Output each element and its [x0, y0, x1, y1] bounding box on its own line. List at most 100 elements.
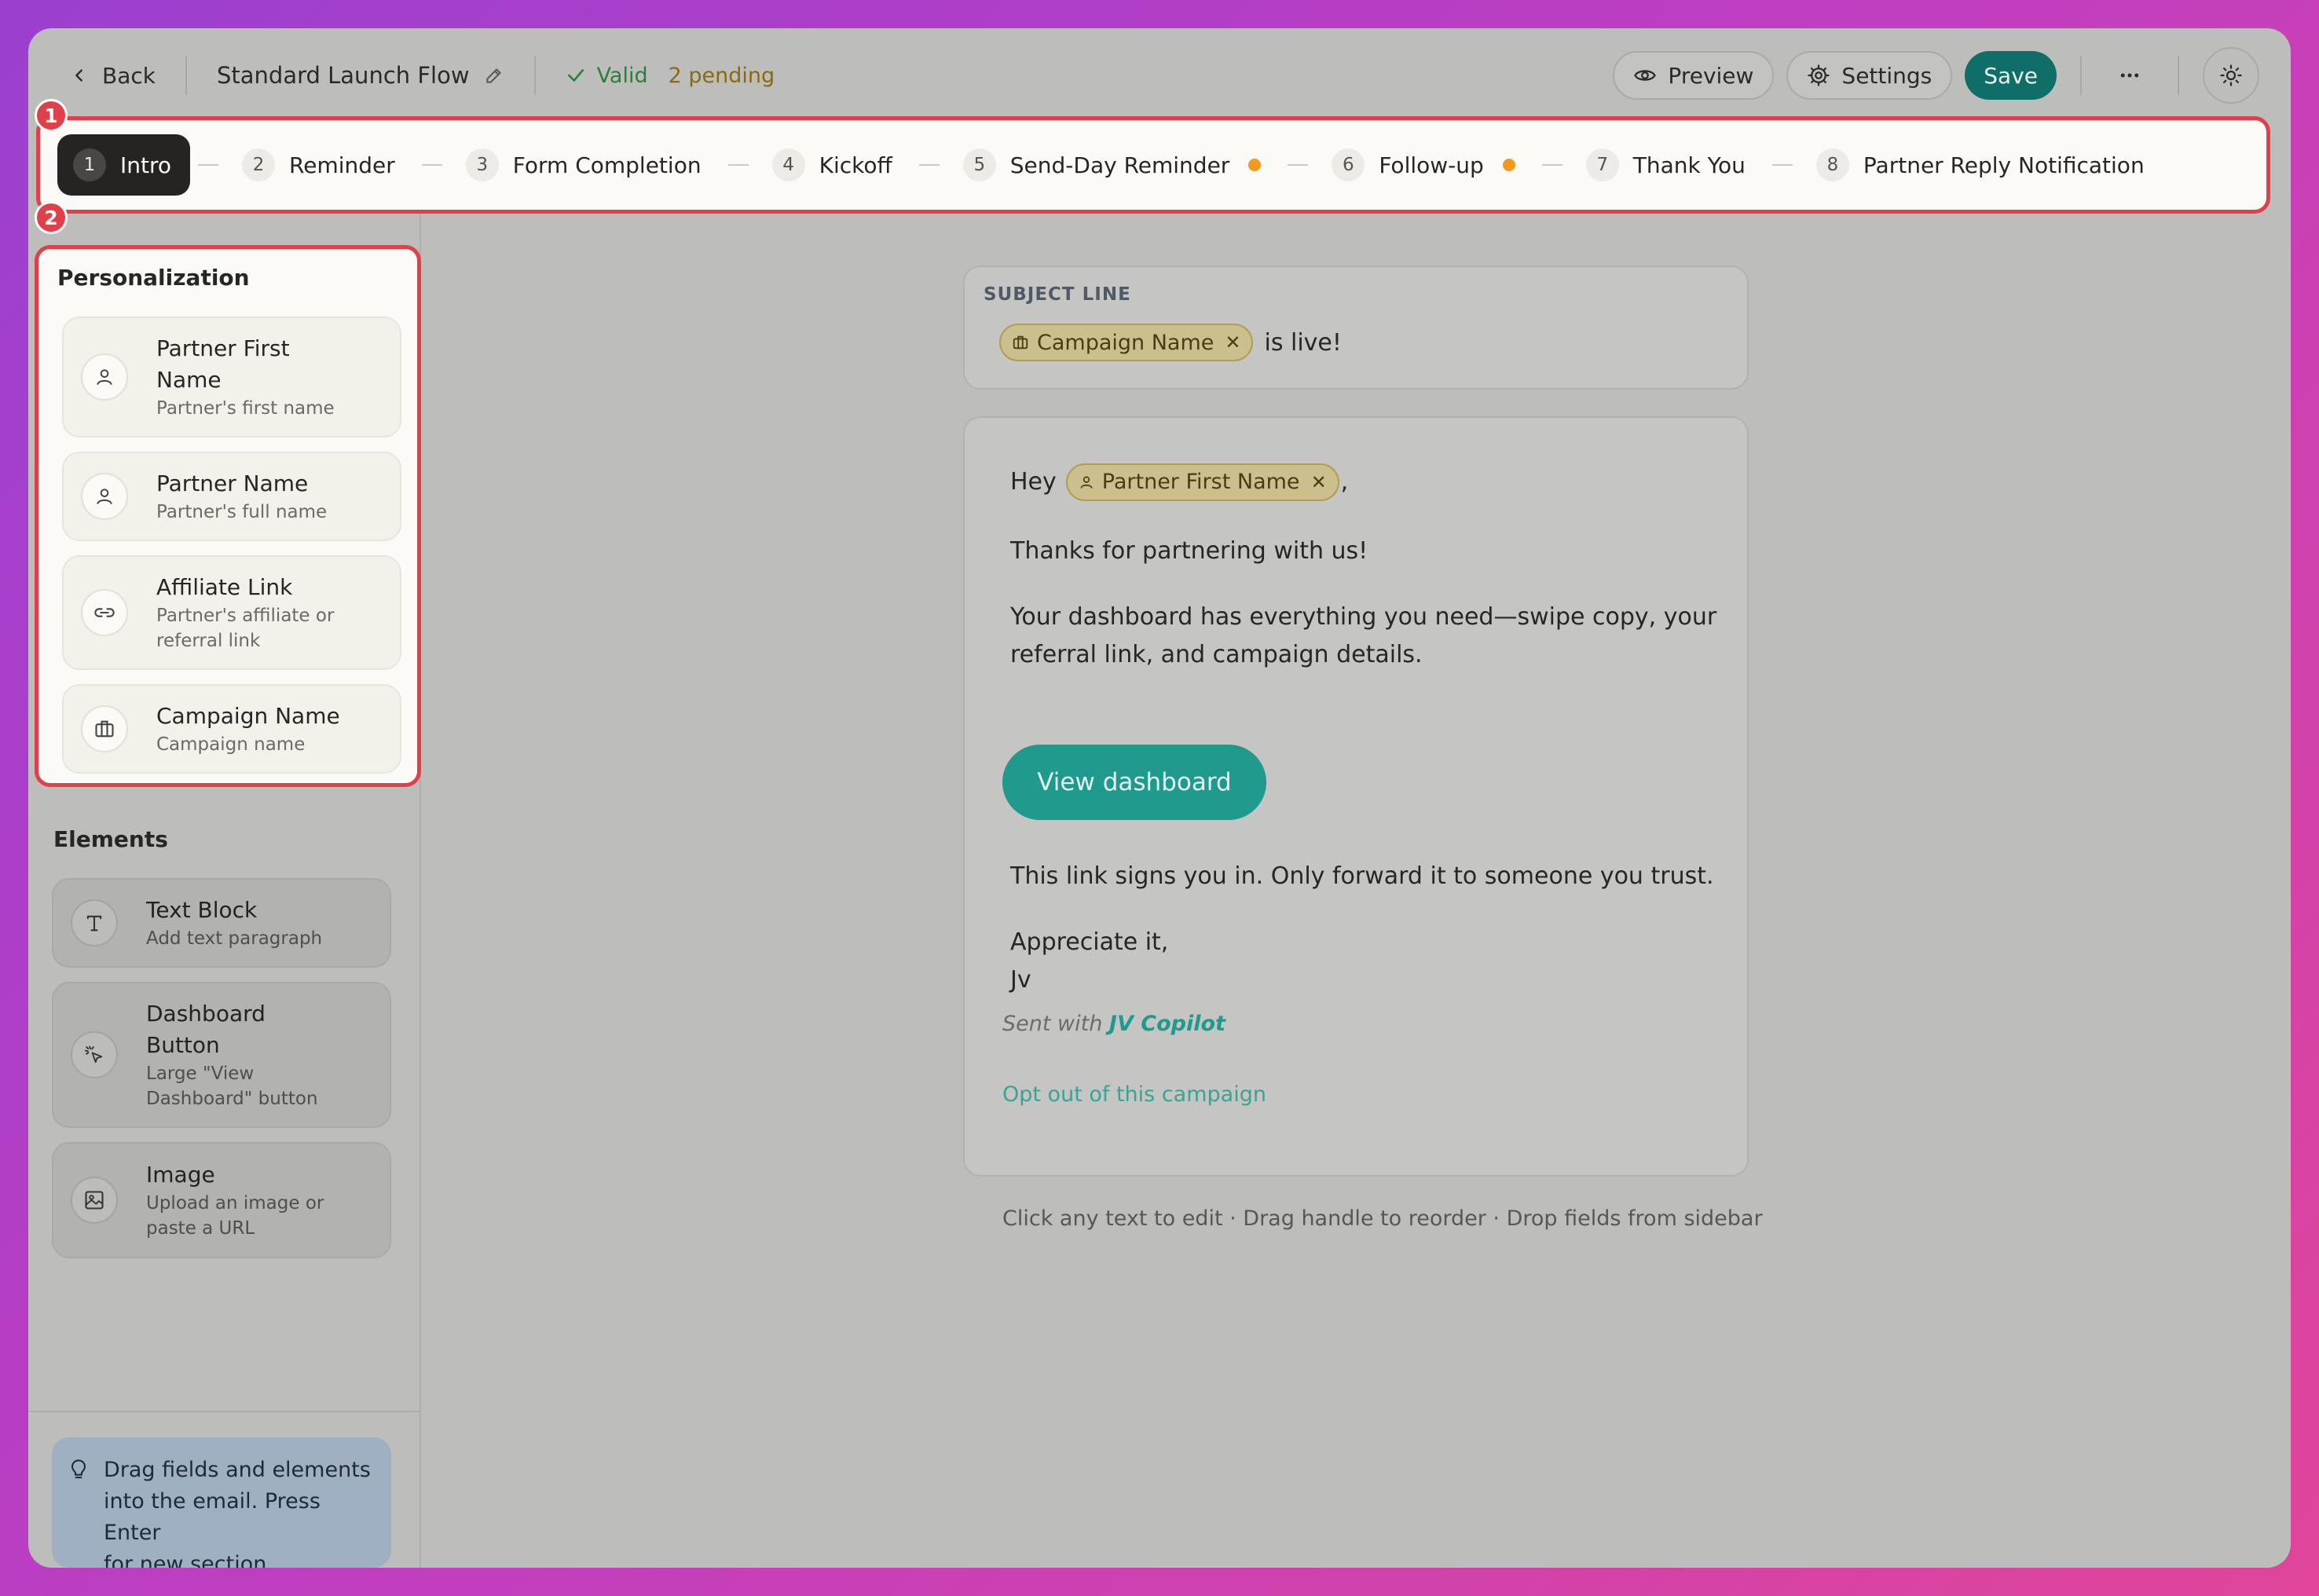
user-icon	[81, 353, 128, 401]
divider	[533, 56, 536, 95]
valid-status: Valid	[566, 64, 648, 88]
element-description: paste a URL	[146, 1218, 255, 1239]
field-campaign-name[interactable]: Campaign Name Campaign name	[62, 684, 401, 774]
pending-count[interactable]: 2 pending	[669, 64, 775, 88]
pencil-icon[interactable]	[484, 65, 504, 86]
step-number: 2	[242, 148, 276, 181]
remove-token-icon[interactable]: ✕	[1311, 463, 1327, 501]
step-partner-reply-notification[interactable]: 8 Partner Reply Notification	[1801, 134, 2163, 196]
image-icon	[71, 1177, 118, 1224]
field-name: Affiliate Link	[156, 574, 293, 600]
element-name: Image	[146, 1162, 215, 1188]
signoff-block[interactable]: Appreciate it, Jv	[1010, 924, 1168, 999]
warning-paragraph[interactable]: This link signs you in. Only forward it …	[1010, 858, 1714, 895]
divider	[2080, 56, 2082, 95]
more-horizontal-icon	[2120, 73, 2139, 78]
step-label: Kickoff	[819, 152, 892, 178]
step-follow-up[interactable]: 6 Follow-up	[1316, 134, 1533, 196]
partner-first-name-token[interactable]: Partner First Name ✕	[1065, 463, 1339, 501]
element-name: Text Block	[146, 897, 258, 923]
annotation-badge-1: 1	[35, 99, 68, 132]
element-description: Large "View	[146, 1063, 255, 1084]
annotation-badge-2: 2	[35, 201, 68, 234]
brand-link[interactable]: JV Copilot	[1109, 1012, 1225, 1036]
check-icon	[567, 69, 584, 82]
view-dashboard-button[interactable]: View dashboard	[1002, 745, 1266, 820]
field-partner-first-name[interactable]: Partner First Name Partner's first name	[62, 317, 401, 437]
step-number: 3	[465, 148, 499, 181]
back-button[interactable]: Back	[71, 63, 156, 89]
step-connector	[198, 164, 219, 166]
remove-token-icon[interactable]: ✕	[1225, 331, 1240, 353]
settings-button[interactable]: Settings	[1786, 51, 1953, 100]
step-label: Form Completion	[512, 152, 702, 178]
step-connector	[1288, 164, 1309, 166]
personalization-panel: Personalization Partner First Name Partn…	[35, 245, 421, 787]
field-description: Campaign name	[156, 734, 306, 755]
field-name: Partner First	[156, 335, 290, 361]
paragraph-line: referral link, and campaign details.	[1010, 641, 1423, 668]
campaign-name-token[interactable]: Campaign Name ✕	[999, 324, 1254, 361]
tip-line: Drag fields and elements	[104, 1458, 371, 1482]
flow-title-text: Standard Launch Flow	[216, 62, 470, 89]
theme-toggle-button[interactable]	[2203, 47, 2259, 104]
element-text-block[interactable]: Text Block Add text paragraph	[52, 878, 391, 968]
email-body-card: Hey Partner First Name ✕ , Thanks for pa…	[963, 416, 1749, 1177]
subject-suffix[interactable]: is live!	[1264, 329, 1341, 357]
token-label: Partner First Name	[1101, 470, 1300, 494]
token-label: Campaign Name	[1037, 330, 1214, 355]
save-button[interactable]: Save	[1965, 51, 2057, 100]
drag-tip: Drag fields and elements into the email.…	[52, 1437, 391, 1568]
field-description: Partner's first name	[156, 398, 335, 419]
preview-button[interactable]: Preview	[1613, 51, 1775, 100]
lightbulb-icon	[71, 1459, 86, 1479]
editor-help-text: Click any text to edit · Drag handle to …	[1002, 1206, 1763, 1231]
briefcase-icon	[81, 705, 128, 752]
step-intro[interactable]: 1 Intro	[57, 134, 191, 196]
dashboard-paragraph[interactable]: Your dashboard has everything you need—s…	[1010, 598, 1716, 674]
element-name: Button	[146, 1032, 220, 1058]
step-number: 5	[962, 148, 996, 181]
step-number: 6	[1332, 148, 1365, 181]
step-label: Reminder	[289, 152, 395, 178]
more-options-button[interactable]	[2105, 51, 2154, 100]
step-number: 1	[73, 148, 106, 181]
element-description: Add text paragraph	[146, 928, 323, 949]
sun-icon	[2220, 64, 2242, 86]
step-send-day-reminder[interactable]: 5 Send-Day Reminder	[947, 134, 1280, 196]
subject-line-card[interactable]: SUBJECT LINE Campaign Name ✕ is live!	[963, 265, 1749, 390]
element-dashboard-button[interactable]: Dashboard Button Large "View Dashboard" …	[52, 982, 391, 1128]
sent-prefix: Sent with	[1002, 1012, 1103, 1036]
field-partner-name[interactable]: Partner Name Partner's full name	[62, 452, 401, 541]
sidebar: Personalization Partner First Name Partn…	[28, 214, 421, 1568]
step-form-completion[interactable]: 3 Form Completion	[450, 134, 720, 196]
step-thank-you[interactable]: 7 Thank You	[1570, 134, 1764, 196]
app-window: Back Standard Launch Flow Valid 2 pendin…	[28, 28, 2291, 1568]
user-icon	[1080, 476, 1093, 489]
opt-out-link[interactable]: Opt out of this campaign	[1002, 1082, 1266, 1107]
step-number: 7	[1585, 148, 1619, 181]
element-image[interactable]: Image Upload an image or paste a URL	[52, 1142, 391, 1258]
step-connector	[421, 164, 442, 166]
step-connector	[918, 164, 940, 166]
step-label: Follow-up	[1379, 152, 1484, 178]
signoff: Appreciate it,	[1010, 928, 1169, 956]
step-connector	[1541, 164, 1562, 166]
step-connector	[1771, 164, 1793, 166]
back-label: Back	[102, 62, 156, 89]
thanks-paragraph[interactable]: Thanks for partnering with us!	[1010, 533, 1368, 570]
eye-icon	[1634, 70, 1657, 81]
field-affiliate-link[interactable]: Affiliate Link Partner's affiliate or re…	[62, 555, 401, 670]
sent-with-footer: Sent with JV Copilot	[1002, 1012, 1225, 1036]
field-description: referral link	[156, 631, 261, 651]
pending-dot	[1248, 159, 1262, 171]
step-reminder[interactable]: 2 Reminder	[226, 134, 414, 196]
greeting-line[interactable]: Hey Partner First Name ✕ ,	[1010, 463, 1348, 501]
field-name: Name	[156, 367, 222, 393]
tip-line: into the email. Press Enter	[104, 1489, 321, 1545]
chevron-left-icon	[75, 69, 82, 82]
step-label: Send-Day Reminder	[1009, 152, 1230, 178]
subject-line-label: SUBJECT LINE	[984, 284, 1131, 305]
flow-title[interactable]: Standard Launch Flow	[217, 62, 504, 89]
step-kickoff[interactable]: 4 Kickoff	[757, 134, 911, 196]
